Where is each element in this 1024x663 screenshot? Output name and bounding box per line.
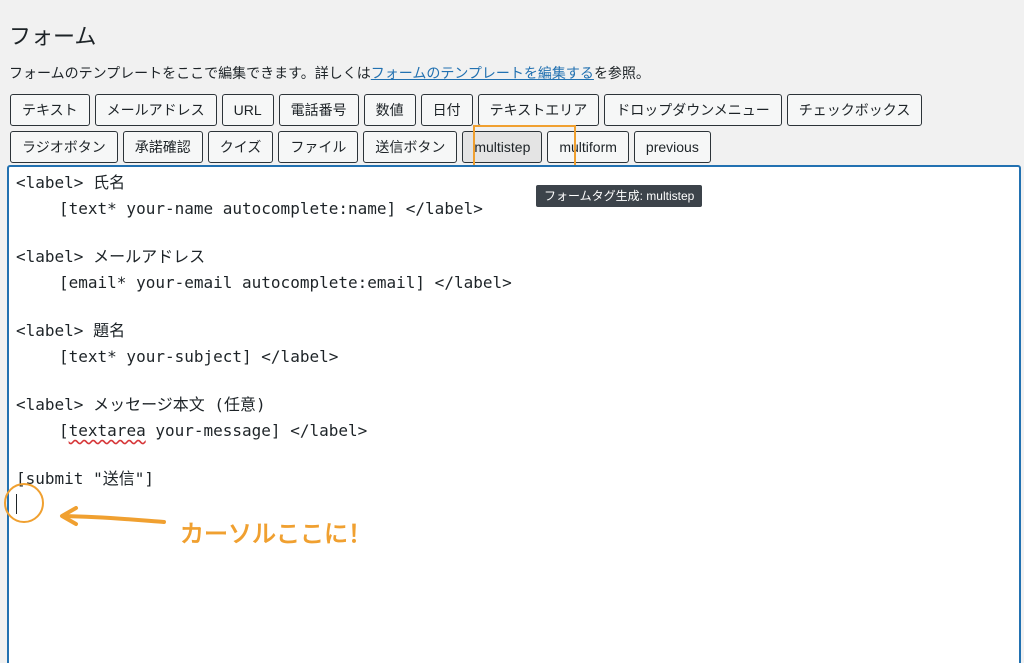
tag-button-submit[interactable]: 送信ボタン — [363, 131, 458, 163]
tag-button-number[interactable]: 数値 — [363, 94, 416, 126]
tag-button-previous[interactable]: previous — [633, 131, 711, 163]
editor-line: <label> 題名 — [16, 321, 126, 340]
editor-line: [email* your-email autocomplete:email] <… — [59, 273, 512, 292]
editor-line: <label> 氏名 — [16, 173, 126, 192]
tag-button-date[interactable]: 日付 — [420, 94, 473, 126]
editor-line: [text* your-name autocomplete:name] </la… — [59, 199, 483, 218]
tag-button-url[interactable]: URL — [221, 94, 274, 126]
tag-button-dropdown[interactable]: ドロップダウンメニュー — [604, 94, 782, 126]
page-title: フォーム — [9, 24, 97, 49]
tag-button-text[interactable]: テキスト — [10, 94, 90, 126]
tag-button-file[interactable]: ファイル — [278, 131, 359, 163]
tag-button-radio[interactable]: ラジオボタン — [10, 131, 118, 163]
description-text: フォームのテンプレートをここで編集できます。詳しくは — [9, 65, 371, 81]
bracket-open: [ — [59, 421, 69, 440]
tag-button-multistep[interactable]: multistep — [462, 131, 543, 163]
tag-button-checkbox[interactable]: チェックボックス — [786, 94, 923, 126]
editor-line: <label> メールアドレス — [16, 247, 206, 266]
arrow-left-icon — [60, 506, 166, 526]
tag-button-acceptance[interactable]: 承諾確認 — [122, 131, 203, 163]
tag-button-multiform[interactable]: multiform — [547, 131, 629, 163]
editor-line: [text* your-subject] </label> — [59, 347, 339, 366]
tag-button-quiz[interactable]: クイズ — [207, 131, 274, 163]
cursor-annotation-note: カーソルここに！ — [180, 521, 372, 548]
cursor-highlight-circle — [4, 483, 44, 523]
tag-tooltip: フォームタグ生成: multistep — [536, 185, 703, 207]
description-suffix: を参照。 — [593, 65, 650, 81]
line-rest: your-message] </label> — [145, 421, 368, 440]
tag-generator-row-1: テキスト メールアドレス URL 電話番号 数値 日付 テキストエリア ドロップ… — [10, 94, 923, 126]
form-editor-page: フォーム フォームのテンプレートをここで編集できます。詳しくはフォームのテンプレ… — [0, 0, 1024, 663]
tag-button-email[interactable]: メールアドレス — [94, 94, 217, 126]
spellcheck-word: textarea — [68, 421, 146, 440]
editor-line: <label> メッセージ本文 (任意) — [16, 395, 266, 414]
docs-link[interactable]: フォームのテンプレートを編集する — [371, 65, 594, 81]
tag-generator-row-2: ラジオボタン 承諾確認 クイズ ファイル 送信ボタン multistep mul… — [10, 131, 711, 163]
tag-button-tel[interactable]: 電話番号 — [278, 94, 359, 126]
editor-line: [textarea your-message] </label> — [16, 420, 367, 442]
page-description: フォームのテンプレートをここで編集できます。詳しくはフォームのテンプレートを編集… — [9, 63, 650, 83]
tag-button-textarea[interactable]: テキストエリア — [477, 94, 600, 126]
